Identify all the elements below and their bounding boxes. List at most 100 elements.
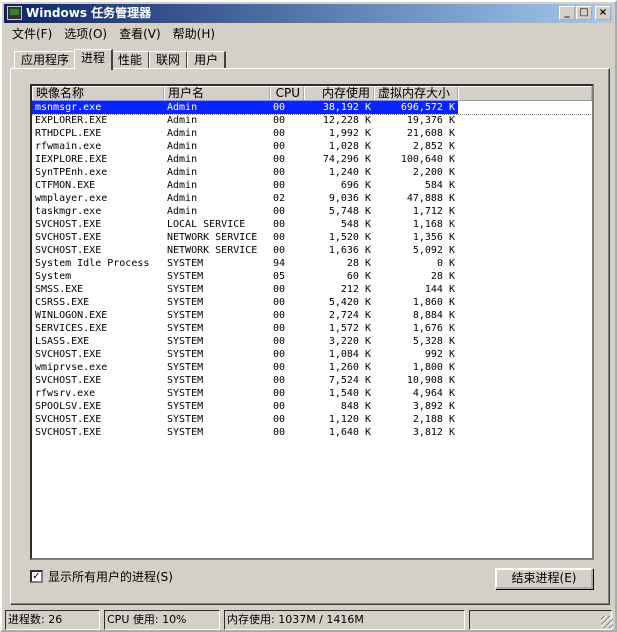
process-row[interactable]: SVCHOST.EXE NETWORK SERVICE 00 1,520 K 1,356…: [32, 231, 592, 244]
cell-cpu: 00: [273, 427, 286, 438]
process-row[interactable]: CTFMON.EXE Admin 00 696 K 584 K: [32, 179, 592, 192]
cell-mem-usage: 28 K: [346, 258, 371, 269]
cell-vm-size: 696,572 K: [374, 101, 458, 114]
status-memory-usage: 内存使用: 1037M / 1416M: [224, 610, 465, 630]
process-row[interactable]: taskmgr.exe Admin 00 5,748 K 1,712 K: [32, 205, 592, 218]
cell-vm-size: 28 K: [430, 271, 455, 282]
process-row[interactable]: WINLOGON.EXE SYSTEM 00 2,724 K 8,884 K: [32, 309, 592, 322]
cell-image-name: SVCHOST.EXE: [35, 245, 102, 256]
process-row[interactable]: System SYSTEM 05 60 K 28 K: [32, 270, 592, 283]
cell-user-name: Admin: [167, 141, 198, 152]
cell-image-name: SVCHOST.EXE: [35, 375, 102, 386]
cell-cpu: 00: [273, 180, 286, 191]
process-row[interactable]: wmplayer.exe Admin 02 9,036 K 47,888 K: [32, 192, 592, 205]
process-row[interactable]: SVCHOST.EXE SYSTEM 00 1,640 K 3,812 K: [32, 426, 592, 439]
menu-bar: 文件(F) 选项(O) 查看(V) 帮助(H): [6, 25, 221, 43]
process-row[interactable]: msnmsgr.exe Admin 00 38,192 K 696,572 K: [32, 100, 592, 115]
title-bar[interactable]: Windows 任务管理器 _ □ ×: [4, 4, 613, 23]
cell-mem-usage: 696 K: [340, 180, 371, 191]
cell-mem-usage: 1,520 K: [328, 232, 371, 243]
cell-mem-usage: 9,036 K: [328, 193, 371, 204]
process-row[interactable]: CSRSS.EXE SYSTEM 00 5,420 K 1,860 K: [32, 296, 592, 309]
tab-applications[interactable]: 应用程序: [14, 51, 78, 69]
cell-cpu: 00: [273, 362, 286, 373]
cell-image-name: EXPLORER.EXE: [35, 115, 108, 126]
cell-vm-size: 19,376 K: [406, 115, 455, 126]
process-row[interactable]: SMSS.EXE SYSTEM 00 212 K 144 K: [32, 283, 592, 296]
cell-user-name: NETWORK SERVICE: [167, 232, 258, 243]
cell-user-name: SYSTEM: [167, 388, 204, 399]
minimize-button[interactable]: _: [559, 6, 575, 20]
cell-image-name: SVCHOST.EXE: [35, 232, 102, 243]
cell-image-name: WINLOGON.EXE: [35, 310, 108, 321]
tab-performance[interactable]: 性能: [111, 51, 151, 69]
cell-mem-usage: 1,636 K: [328, 245, 371, 256]
cell-vm-size: 992 K: [424, 349, 455, 360]
process-row[interactable]: SVCHOST.EXE SYSTEM 00 1,120 K 2,188 K: [32, 413, 592, 426]
close-button[interactable]: ×: [595, 6, 611, 20]
cell-mem-usage: 1,240 K: [328, 167, 371, 178]
process-row[interactable]: SynTPEnh.exe Admin 00 1,240 K 2,200 K: [32, 166, 592, 179]
menu-file[interactable]: 文件(F): [6, 25, 58, 43]
cell-cpu: 00: [273, 297, 286, 308]
cell-vm-size: 8,884 K: [412, 310, 455, 321]
column-image-name[interactable]: 映像名称: [32, 86, 164, 101]
column-filler: [458, 86, 592, 101]
cell-user-name: Admin: [167, 206, 198, 217]
checkbox-check-icon[interactable]: ✓: [30, 570, 43, 583]
menu-help[interactable]: 帮助(H): [167, 25, 221, 43]
show-all-users-checkbox[interactable]: ✓ 显示所有用户的进程(S): [30, 568, 173, 585]
process-row[interactable]: SVCHOST.EXE NETWORK SERVICE 00 1,636 K 5,092…: [32, 244, 592, 257]
process-row[interactable]: SERVICES.EXE SYSTEM 00 1,572 K 1,676 K: [32, 322, 592, 335]
cell-mem-usage: 1,084 K: [328, 349, 371, 360]
cell-vm-size: 21,608 K: [406, 128, 455, 139]
cell-cpu: 05: [273, 271, 286, 282]
cell-image-name: CTFMON.EXE: [35, 180, 96, 191]
process-row[interactable]: SVCHOST.EXE SYSTEM 00 7,524 K 10,908 K: [32, 374, 592, 387]
menu-view[interactable]: 查看(V): [113, 25, 167, 43]
cell-vm-size: 3,892 K: [412, 401, 455, 412]
column-user-name[interactable]: 用户名: [164, 86, 270, 101]
cell-image-name: taskmgr.exe: [35, 206, 102, 217]
column-mem-usage[interactable]: 内存使用: [304, 86, 374, 101]
process-row[interactable]: SPOOLSV.EXE SYSTEM 00 848 K 3,892 K: [32, 400, 592, 413]
cell-mem-usage: 848 K: [340, 401, 371, 412]
process-row[interactable]: SVCHOST.EXE SYSTEM 00 1,084 K 992 K: [32, 348, 592, 361]
resize-grip-icon[interactable]: [601, 616, 613, 628]
task-manager-window: Windows 任务管理器 _ □ × 文件(F) 选项(O) 查看(V) 帮助…: [0, 0, 617, 632]
process-list[interactable]: 映像名称 用户名 CPU 内存使用 虚拟内存大小 msnmsgr.exe Admi…: [30, 84, 594, 560]
tab-users[interactable]: 用户: [187, 51, 227, 69]
cell-mem-usage: 212 K: [340, 284, 371, 295]
cell-user-name: Admin: [167, 180, 198, 191]
column-vm-size[interactable]: 虚拟内存大小: [374, 86, 458, 101]
tab-networking[interactable]: 联网: [149, 51, 189, 69]
process-row[interactable]: LSASS.EXE SYSTEM 00 3,220 K 5,328 K: [32, 335, 592, 348]
cell-cpu: 00: [273, 336, 286, 347]
tab-processes[interactable]: 进程: [74, 49, 114, 70]
process-row[interactable]: rfwmain.exe Admin 00 1,028 K 2,852 K: [32, 140, 592, 153]
column-cpu[interactable]: CPU: [270, 86, 304, 101]
cell-vm-size: 1,712 K: [412, 206, 455, 217]
cell-cpu: 00: [273, 206, 286, 217]
process-row[interactable]: SVCHOST.EXE LOCAL SERVICE 00 548 K 1,168 K: [32, 218, 592, 231]
cell-mem-usage: 1,572 K: [328, 323, 371, 334]
process-row[interactable]: RTHDCPL.EXE Admin 00 1,992 K 21,608 K: [32, 127, 592, 140]
cell-cpu: 00: [273, 245, 286, 256]
cell-user-name: SYSTEM: [167, 310, 204, 321]
process-row[interactable]: EXPLORER.EXE Admin 00 12,228 K 19,376 K: [32, 114, 592, 127]
cell-user-name: SYSTEM: [167, 414, 204, 425]
process-row[interactable]: IEXPLORE.EXE Admin 00 74,296 K 100,640 K: [32, 153, 592, 166]
cell-cpu: 00: [273, 414, 286, 425]
process-row[interactable]: wmiprvse.exe SYSTEM 00 1,260 K 1,800 K: [32, 361, 592, 374]
menu-options[interactable]: 选项(O): [58, 25, 113, 43]
cell-vm-size: 2,852 K: [412, 141, 455, 152]
end-process-button[interactable]: 结束进程(E): [495, 568, 593, 589]
process-row[interactable]: System Idle Process SYSTEM 94 28 K 0 K: [32, 257, 592, 270]
cell-user-name: Admin: [167, 193, 198, 204]
cell-image-name: SVCHOST.EXE: [35, 427, 102, 438]
cell-mem-usage: 3,220 K: [328, 336, 371, 347]
cell-vm-size: 3,812 K: [412, 427, 455, 438]
maximize-button[interactable]: □: [576, 6, 592, 20]
process-row[interactable]: rfwsrv.exe SYSTEM 00 1,540 K 4,964 K: [32, 387, 592, 400]
cell-mem-usage: 1,992 K: [328, 128, 371, 139]
